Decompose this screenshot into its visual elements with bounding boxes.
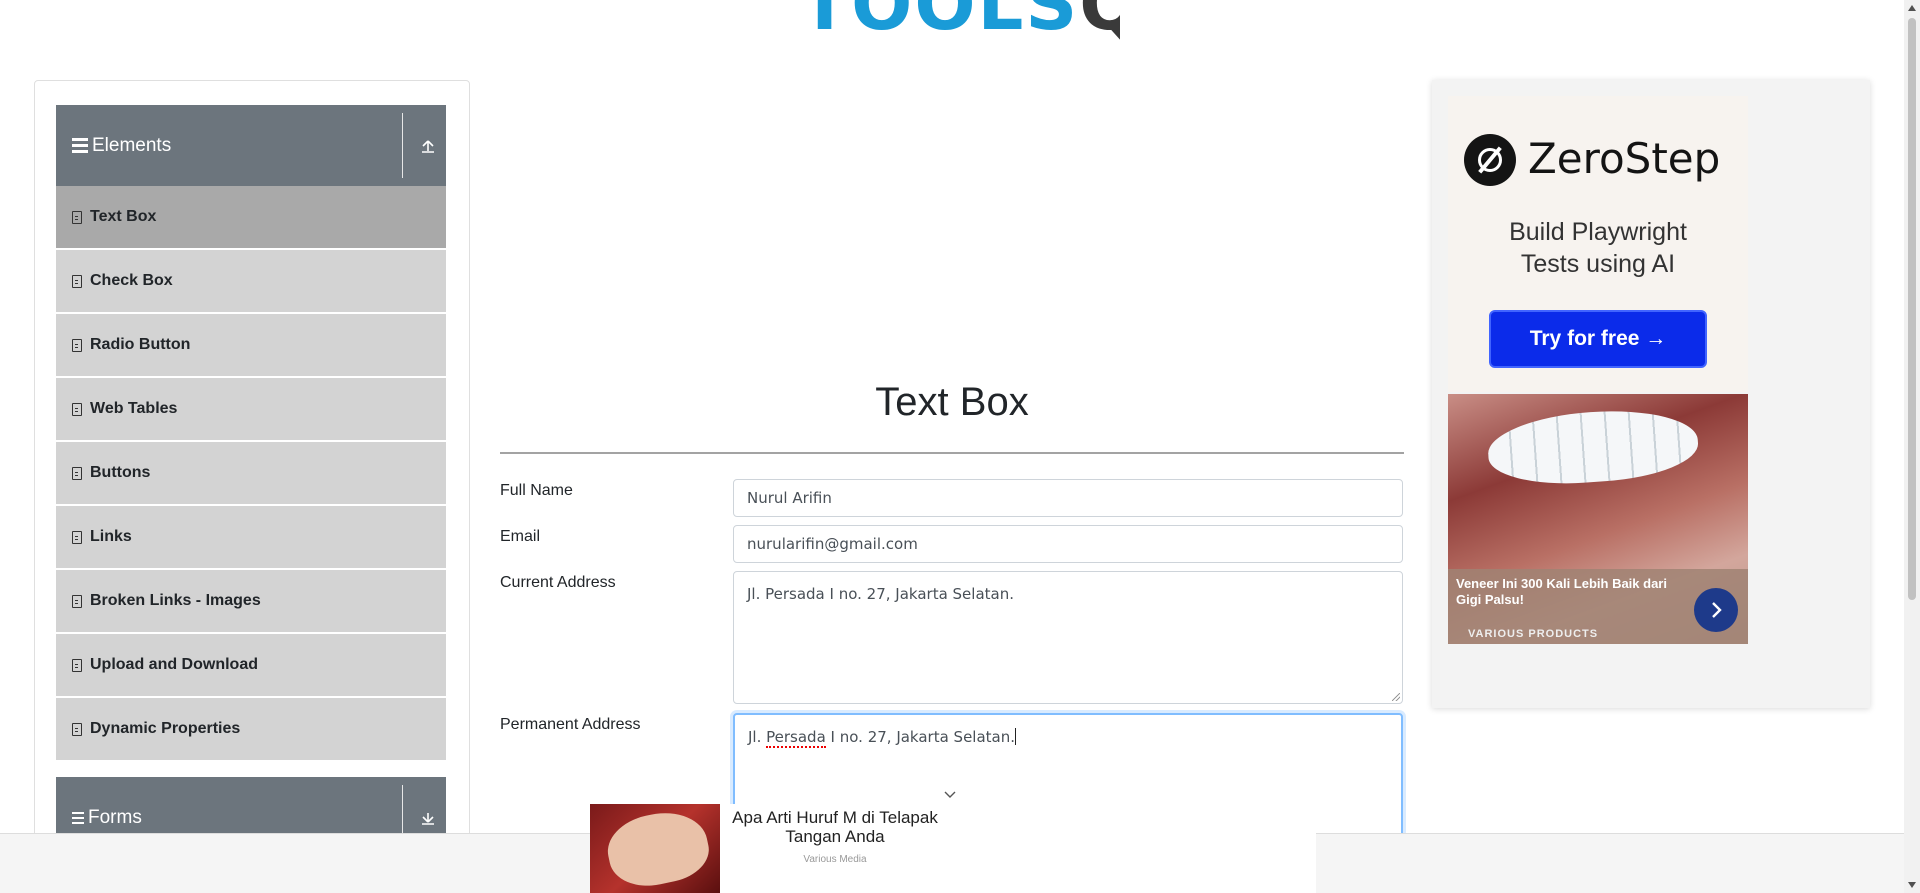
bottom-ad-headline: Apa Arti Huruf M di Telapak Tangan Anda — [720, 808, 950, 846]
title-divider — [500, 452, 1404, 454]
menu-item-broken-links[interactable]: Broken Links - Images — [56, 570, 446, 632]
page-scrollbar[interactable] — [1904, 0, 1920, 893]
email-input[interactable]: nurularifin@gmail.com — [733, 525, 1403, 563]
email-label: Email — [500, 528, 541, 545]
ad-tagline: Build Playwright Tests using AI — [1448, 216, 1748, 280]
permanent-address-value-start: Jl. — [748, 728, 767, 746]
ad-image — [590, 804, 720, 893]
current-address-label: Current Address — [500, 574, 616, 591]
email-value: nurularifin@gmail.com — [747, 535, 918, 553]
doc-icon — [72, 274, 82, 288]
header-divider — [402, 113, 403, 178]
full-name-label: Full Name — [500, 482, 573, 499]
hamburger-icon — [72, 138, 88, 153]
chevron-right-icon[interactable] — [1694, 588, 1738, 632]
full-name-value: Nurul Arifin — [747, 489, 832, 507]
zerostep-logo-icon — [1464, 134, 1516, 186]
bottom-ad-headline-line2: Tangan Anda — [785, 827, 885, 846]
menu-item-label: Dynamic Properties — [90, 720, 241, 737]
scroll-down-icon[interactable] — [1908, 882, 1916, 888]
menu-item-label: Check Box — [90, 272, 173, 289]
scrollbar-thumb[interactable] — [1908, 18, 1916, 600]
doc-icon — [72, 466, 82, 480]
doc-icon — [72, 594, 82, 608]
logo-text-tools: TOOLS — [800, 0, 1080, 46]
menu-item-radio-button[interactable]: Radio Button — [56, 314, 446, 376]
bottom-ad[interactable]: Apa Arti Huruf M di Telapak Tangan Anda … — [590, 804, 1316, 893]
ad-zerostep[interactable]: ZeroStep Build Playwright Tests using AI… — [1448, 96, 1748, 392]
ad-tagline-line1: Build Playwright — [1509, 218, 1687, 246]
try-for-free-button[interactable]: Try for free → — [1489, 310, 1707, 368]
full-name-input[interactable]: Nurul Arifin — [733, 479, 1403, 517]
menu-item-text-box[interactable]: Text Box — [56, 186, 446, 248]
permanent-address-value-end: I no. 27, Jakarta Selatan. — [825, 728, 1016, 746]
group-header-elements[interactable]: Elements — [56, 105, 446, 186]
doc-icon — [72, 338, 82, 352]
collapse-up-icon[interactable] — [410, 105, 446, 186]
current-address-value: Jl. Persada I no. 27, Jakarta Selatan. — [747, 585, 1014, 603]
doc-icon — [72, 722, 82, 736]
menu-item-web-tables[interactable]: Web Tables — [56, 378, 446, 440]
menu-item-check-box[interactable]: Check Box — [56, 250, 446, 312]
teeth-image — [1485, 404, 1701, 490]
doc-icon — [72, 530, 82, 544]
current-address-textarea[interactable]: Jl. Persada I no. 27, Jakarta Selatan. — [733, 571, 1403, 704]
group-title-elements: Elements — [92, 134, 172, 156]
bottom-ad-source: Various Media — [803, 854, 867, 865]
ad-veneer[interactable]: Veneer Ini 300 Kali Lebih Baik dari Gigi… — [1448, 394, 1748, 644]
menu-item-label: Buttons — [90, 464, 151, 481]
resize-handle[interactable] — [1392, 693, 1400, 701]
doc-icon — [72, 402, 82, 416]
toolsqa-logo[interactable]: TOOLSQA — [800, 0, 1120, 46]
menu-item-label: Radio Button — [90, 336, 191, 353]
menu-item-buttons[interactable]: Buttons — [56, 442, 446, 504]
ad-tagline-line2: Tests using AI — [1520, 250, 1676, 278]
menu-item-label: Upload and Download — [90, 656, 258, 673]
page-title: Text Box — [875, 380, 1029, 424]
doc-icon — [72, 210, 82, 224]
group-title-forms: Forms — [88, 806, 142, 828]
menu-item-label: Links — [90, 528, 132, 545]
menu-item-label: Web Tables — [90, 400, 178, 417]
logo-text-qa: QA — [1079, 0, 1120, 46]
text-caret — [1015, 728, 1017, 745]
ad-brand: ZeroStep — [1528, 134, 1721, 183]
ad-headline: Veneer Ini 300 Kali Lebih Baik dari Gigi… — [1456, 576, 1667, 607]
menu-item-links[interactable]: Links — [56, 506, 446, 568]
scroll-up-icon[interactable] — [1908, 5, 1916, 11]
bottom-ad-headline-line1: Apa Arti Huruf M di Telapak — [732, 808, 938, 827]
doc-icon — [72, 658, 82, 672]
form-doc-icon — [72, 811, 84, 824]
ad-source: VARIOUS PRODUCTS — [1468, 628, 1599, 640]
menu-item-label: Text Box — [90, 208, 157, 225]
menu-item-upload-download[interactable]: Upload and Download — [56, 634, 446, 696]
chevron-down-icon[interactable] — [944, 788, 956, 800]
palm-image — [601, 804, 715, 893]
menu-item-dynamic-properties[interactable]: Dynamic Properties — [56, 698, 446, 760]
menu-item-label: Broken Links - Images — [90, 592, 261, 609]
permanent-address-label: Permanent Address — [500, 716, 641, 733]
spellcheck-word: Persada — [766, 728, 826, 748]
